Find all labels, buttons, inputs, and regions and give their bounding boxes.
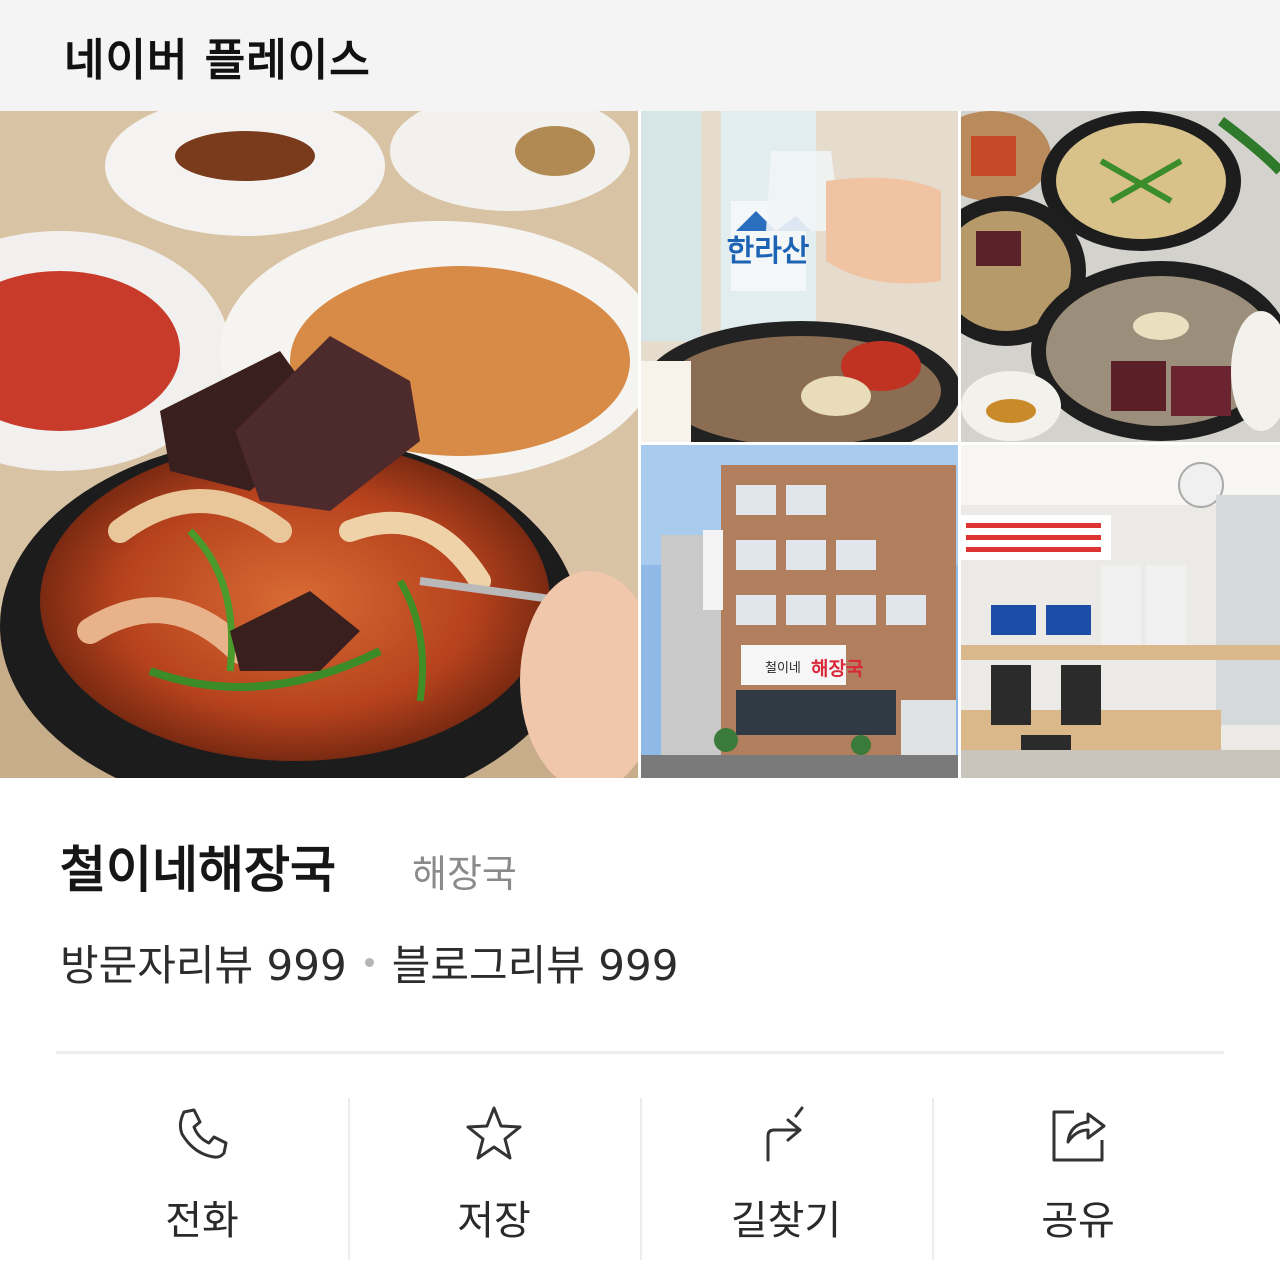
blog-reviews-link[interactable]: 블로그리뷰 999 [392, 932, 679, 993]
save-label: 저장 [457, 1198, 531, 1244]
soju-photo[interactable]: 한라산 [641, 111, 958, 442]
separator-dot [364, 958, 374, 967]
call-button[interactable]: 전화 [56, 1098, 348, 1260]
directions-label: 길찾기 [730, 1198, 842, 1244]
interior-photo[interactable] [961, 445, 1280, 778]
share-icon [1052, 1110, 1106, 1162]
visitor-reviews-link[interactable]: 방문자리뷰 999 [60, 932, 347, 993]
bottle-text: 한라산 [727, 234, 810, 269]
place-info: 철이네해장국 해장국 방문자리뷰 999 블로그리뷰 999 [60, 830, 1220, 993]
place-name: 철이네해장국 [60, 841, 336, 899]
table-spread-photo[interactable] [961, 111, 1280, 442]
storefront-photo[interactable]: 철이네 해장국 [641, 445, 958, 778]
app-title: 네이버 플레이스 [64, 34, 371, 86]
call-label: 전화 [165, 1198, 239, 1244]
directions-button[interactable]: 길찾기 [640, 1098, 932, 1260]
photo-gallery[interactable]: 한라산 철이네 해장국 [0, 111, 1280, 778]
star-icon [466, 1106, 522, 1160]
share-label: 공유 [1041, 1198, 1115, 1244]
action-bar: 전화 저장 길찾기 공유 [56, 1098, 1224, 1260]
phone-icon [178, 1108, 228, 1159]
share-button[interactable]: 공유 [932, 1098, 1224, 1260]
app-header: 네이버 플레이스 [0, 0, 1280, 111]
divider [56, 1051, 1224, 1054]
place-category: 해장국 [412, 852, 517, 896]
sign-text: 해장국 [811, 658, 863, 680]
sign-small-text: 철이네 [765, 661, 801, 676]
save-button[interactable]: 저장 [348, 1098, 640, 1260]
directions-icon [766, 1106, 804, 1162]
main-dish-photo[interactable] [0, 111, 638, 778]
